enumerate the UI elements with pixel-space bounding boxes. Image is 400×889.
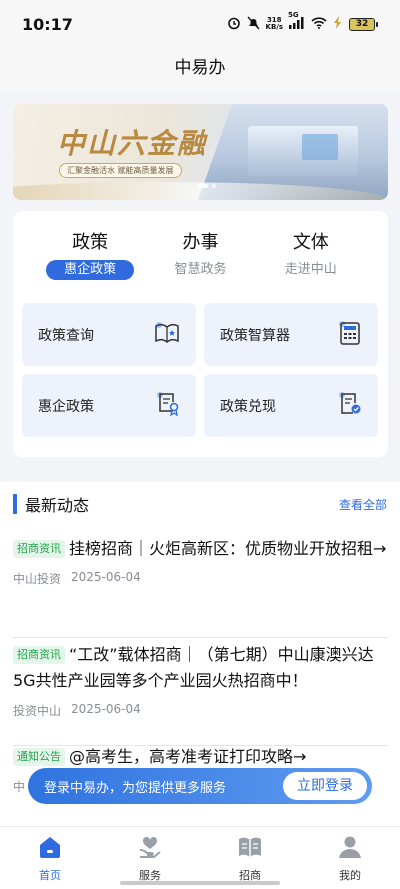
login-prompt-text: 登录中易办，为您提供更多服务: [44, 780, 227, 796]
home-indicator: [120, 881, 280, 885]
tab-culture[interactable]: 文体 走进中山: [263, 229, 358, 280]
tile-policy-calculator[interactable]: 政策智算器: [204, 303, 378, 366]
tile-label: 政策智算器: [220, 327, 290, 344]
battery-level: 32: [349, 17, 375, 31]
tabbar-label: 首页: [39, 869, 61, 882]
banner-dot-active: [198, 184, 208, 188]
banner-pagination: [198, 184, 216, 188]
banner-dot: [212, 184, 216, 188]
news-item[interactable]: 招商资讯 “工改”载体招商｜（第七期）中山康澳兴达5G共性产业园等多个产业园火热招…: [13, 640, 388, 746]
news-section-title: 最新动态: [25, 496, 90, 515]
news-tag: 招商资讯: [13, 540, 65, 558]
tab-affairs-label: 办事: [182, 232, 219, 253]
view-all-link[interactable]: 查看全部: [339, 496, 387, 513]
nav-bar: 中易办: [0, 48, 400, 90]
news-headline: 挂榜招商｜火炬高新区：优质物业开放招租→: [69, 539, 387, 558]
news-source: 中: [13, 780, 26, 794]
net-speed-unit: KB/s: [265, 23, 283, 31]
certificate-icon: [156, 391, 180, 421]
tab-affairs-sub: 智慧政务: [174, 262, 227, 277]
tabbar-investment[interactable]: 招商: [200, 827, 300, 889]
news-source: 投资中山: [13, 704, 62, 718]
status-time: 10:17: [22, 14, 73, 34]
wifi-icon: [311, 16, 327, 32]
service-heart-icon: [137, 835, 163, 863]
news-tag: 通知公告: [13, 748, 65, 766]
alarm-icon: [227, 16, 241, 33]
tile-label: 政策兑现: [220, 398, 276, 415]
tab-policy-label: 政策: [72, 232, 109, 253]
news-tag: 招商资讯: [13, 646, 65, 664]
home-icon: [37, 835, 63, 863]
news-header: 最新动态 查看全部: [13, 492, 387, 516]
news-item[interactable]: 招商资讯 挂榜招商｜火炬高新区：优质物业开放招租→ 中山投资 2025-06-04: [13, 536, 388, 638]
tile-label: 惠企政策: [38, 398, 94, 415]
charging-icon: [333, 16, 343, 32]
news-headline: “工改”载体招商｜（第七期）中山康澳兴达5G共性产业园等多个产业园火热招商中！: [13, 645, 374, 690]
service-card: 政策 惠企政策 办事 智慧政务 文体 走进中山 政策查询 政策智算器 惠企政策: [13, 211, 388, 457]
tabbar-service[interactable]: 服务: [100, 827, 200, 889]
profile-icon: [337, 835, 363, 863]
banner-subtitle: 汇聚金融活水 赋能高质量发展: [59, 163, 182, 178]
verified-document-icon: [338, 391, 362, 421]
policy-book-icon: [154, 321, 180, 349]
tab-policy[interactable]: 政策 惠企政策: [43, 229, 138, 280]
tab-culture-sub: 走进中山: [284, 262, 337, 277]
net-speed: 318 KB/s: [266, 17, 283, 31]
bottom-tab-bar: 首页 服务 招商 我的: [0, 826, 400, 889]
tab-policy-sub: 惠企政策: [46, 260, 135, 280]
tile-label: 政策查询: [38, 327, 94, 344]
tabbar-label: 我的: [339, 869, 361, 882]
investment-book-icon: [237, 835, 263, 863]
cellular-signal-icon: 5G: [288, 11, 305, 32]
calculator-icon: [338, 320, 362, 350]
status-icons: 318 KB/s 5G 32: [227, 11, 378, 33]
service-tabs: 政策 惠企政策 办事 智慧政务 文体 走进中山: [13, 229, 388, 280]
page-title: 中易办: [174, 58, 226, 78]
news-headline: @高考生，高考准考证打印攻略→: [69, 747, 307, 766]
banner-title: 中山六金融: [57, 127, 208, 160]
service-grid: 政策查询 政策智算器 惠企政策 政策兑现: [22, 303, 378, 437]
battery-icon: 32: [349, 17, 378, 31]
tabbar-home[interactable]: 首页: [0, 827, 100, 889]
news-date: 2025-06-04: [71, 702, 141, 716]
news-source: 中山投资: [13, 572, 62, 586]
section-accent-bar: [13, 494, 17, 514]
tab-affairs[interactable]: 办事 智慧政务: [153, 229, 248, 280]
login-button[interactable]: 立即登录: [283, 772, 367, 800]
tab-culture-label: 文体: [292, 232, 329, 253]
login-prompt: 登录中易办，为您提供更多服务 立即登录: [28, 768, 372, 804]
tabbar-profile[interactable]: 我的: [300, 827, 400, 889]
tile-enterprise-policy[interactable]: 惠企政策: [22, 374, 196, 437]
tile-policy-query[interactable]: 政策查询: [22, 303, 196, 366]
tile-policy-redemption[interactable]: 政策兑现: [204, 374, 378, 437]
status-bar: 10:17 318 KB/s 5G 32: [0, 0, 400, 48]
network-type: 5G: [288, 10, 299, 19]
news-date: 2025-06-04: [71, 570, 141, 584]
mute-bell-icon: [246, 16, 260, 33]
